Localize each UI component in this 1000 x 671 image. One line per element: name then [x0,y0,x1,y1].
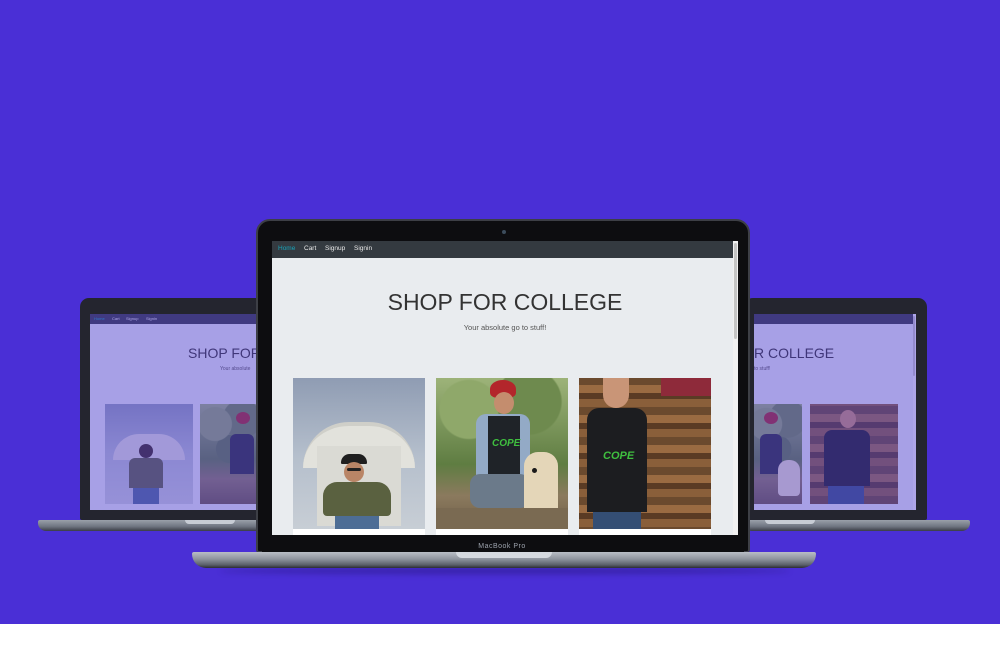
product-card-2[interactable]: COPE [436,378,568,535]
promo-stage: Home Cart Signup Signin SHOP FOR C Your … [0,0,1000,624]
laptop-shadow [220,568,790,574]
nav-home[interactable]: Home [278,245,295,252]
product-card-3[interactable]: COPE [579,378,711,535]
right-navbar [754,314,916,324]
product-card-3-footer [579,529,711,535]
left-nav-signup[interactable]: Signup [126,316,138,321]
left-nav-home[interactable]: Home [94,316,105,321]
hero-title: SHOP FOR COLLEGE [387,289,623,315]
product-card-1[interactable] [293,378,425,535]
left-hero-title: SHOP FOR C [188,345,260,361]
page-scrollbar[interactable] [733,241,738,535]
right-product-card-3[interactable] [810,404,898,504]
left-laptop-notch [185,520,235,524]
nav-signup[interactable]: Signup [325,245,345,252]
product-card-2-footer [436,529,568,535]
cope-print-2: COPE [603,450,635,462]
right-hero-title: R COLLEGE [754,345,835,361]
laptop-brand-label: MacBook Pro [478,543,526,550]
left-laptop-base [38,520,270,531]
cope-print-1: COPE [492,438,521,449]
nav-cart[interactable]: Cart [304,245,316,252]
bottom-white-strip [0,624,1000,671]
product-card-1-footer [293,529,425,535]
left-laptop-screen: Home Cart Signup Signin SHOP FOR C Your … [90,314,260,510]
right-laptop-screen: R COLLEGE to stuff! [754,314,916,510]
center-laptop-screen: Home Cart Signup Signin SHOP FOR COLLEGE… [272,241,738,535]
laptop-base-notch [456,552,552,558]
left-product-card-1[interactable] [105,404,193,504]
left-nav-signin[interactable]: Signin [146,316,157,321]
right-scroll-thumb[interactable] [913,316,915,376]
left-navbar: Home Cart Signup Signin [90,314,260,324]
nav-signin[interactable]: Signin [354,245,372,252]
navbar: Home Cart Signup Signin [272,241,738,258]
hero-subtitle: Your absolute go to stuff! [463,323,547,332]
left-nav-cart[interactable]: Cart [112,316,120,321]
left-product-card-2[interactable] [200,404,260,504]
right-scrollbar[interactable] [913,314,916,510]
right-laptop-notch [765,520,815,524]
left-hero-subtitle: Your absolute [220,366,251,372]
right-hero-subtitle: to stuff! [754,366,771,372]
page-scroll-thumb[interactable] [734,243,737,339]
camera-icon [502,230,506,234]
right-product-card-2[interactable] [754,404,802,504]
